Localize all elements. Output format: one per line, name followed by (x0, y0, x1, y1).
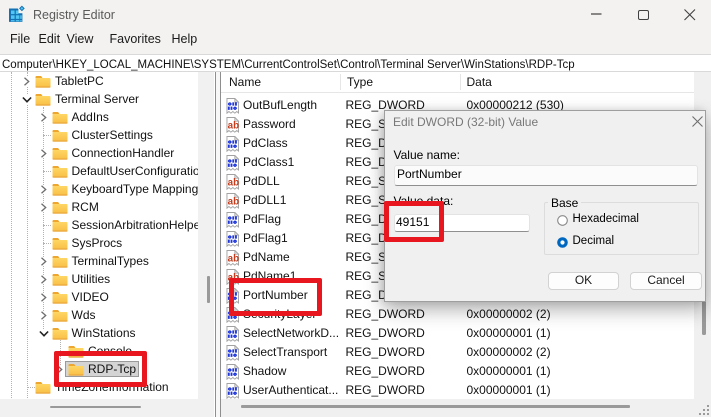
svg-text:ab: ab (228, 178, 239, 189)
svg-text:ab: ab (228, 254, 239, 265)
svg-text:ab: ab (228, 197, 239, 208)
svg-text:ab: ab (228, 121, 239, 132)
